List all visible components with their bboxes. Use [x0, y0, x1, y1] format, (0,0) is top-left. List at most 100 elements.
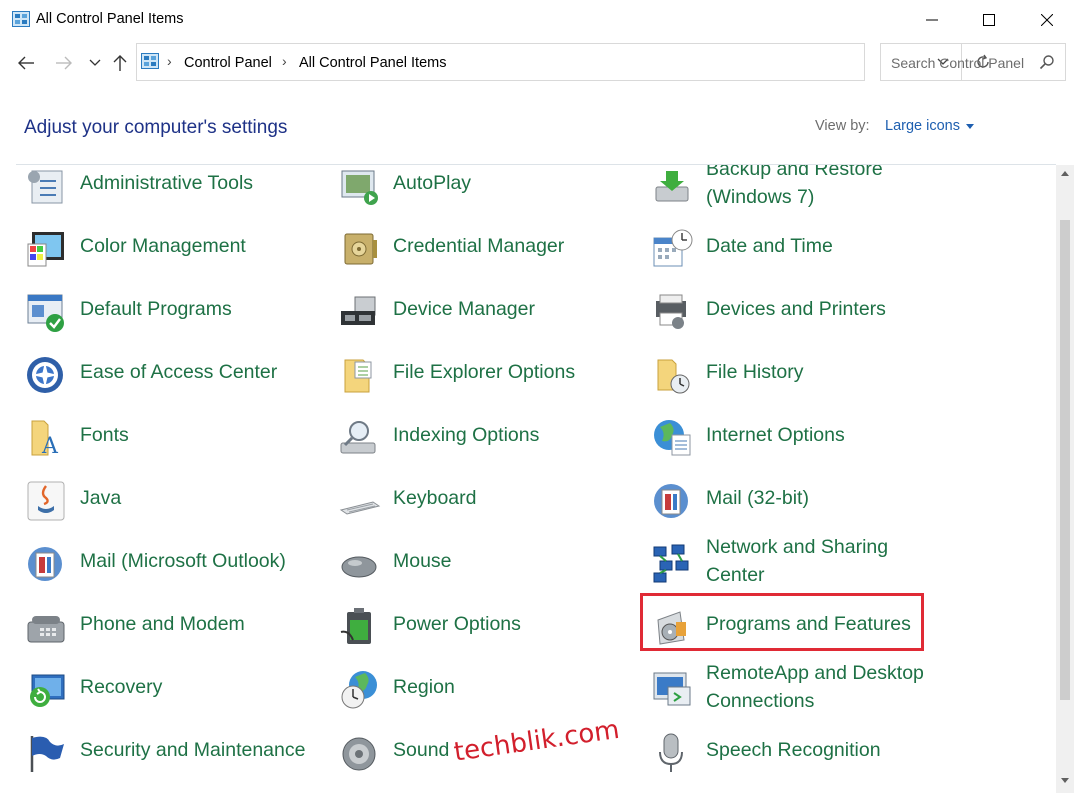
address-bar[interactable]: › Control Panel › All Control Panel Item… — [136, 43, 989, 81]
item-label: Date and Time — [706, 235, 833, 257]
item-keyboard[interactable]: Keyboard — [339, 470, 639, 526]
mouse-icon — [341, 556, 377, 578]
up-button[interactable] — [109, 52, 131, 74]
recent-locations-button[interactable] — [84, 52, 106, 74]
item-fonts[interactable]: A Fonts — [26, 407, 326, 463]
item-device-manager[interactable]: Device Manager — [339, 281, 639, 337]
item-mail-outlook[interactable]: Mail (Microsoft Outlook) — [26, 533, 326, 589]
remoteapp-icon — [653, 672, 691, 706]
item-recovery[interactable]: Recovery — [26, 659, 326, 715]
item-autoplay[interactable]: AutoPlay — [339, 165, 639, 211]
window-title: All Control Panel Items — [36, 11, 184, 27]
item-label: Ease of Access Center — [80, 361, 278, 383]
close-icon — [1041, 14, 1053, 26]
item-label: Fonts — [80, 424, 129, 446]
item-phone-modem[interactable]: Phone and Modem — [26, 596, 326, 652]
item-label: RemoteApp and Desktop Connections — [706, 662, 924, 712]
default-programs-icon — [27, 294, 64, 332]
search-placeholder: Search Control Panel — [891, 55, 1025, 71]
internet-options-icon — [654, 420, 691, 456]
close-button[interactable] — [1018, 0, 1074, 40]
view-by-label: View by: — [815, 118, 870, 134]
view-by-dropdown[interactable]: Large icons — [885, 118, 974, 134]
item-indexing-options[interactable]: Indexing Options — [339, 407, 639, 463]
item-file-explorer-options[interactable]: File Explorer Options — [339, 344, 639, 400]
item-color-management[interactable]: Color Management — [26, 218, 326, 274]
date-time-icon — [653, 229, 693, 267]
back-button[interactable] — [15, 52, 37, 74]
item-internet-options[interactable]: Internet Options — [652, 407, 952, 463]
item-file-history[interactable]: File History — [652, 344, 952, 400]
scrollbar-thumb[interactable] — [1060, 220, 1070, 700]
item-label: Backup and Restore (Windows 7) — [706, 165, 883, 208]
item-remoteapp[interactable]: RemoteApp and Desktop Connections — [652, 659, 952, 715]
credential-manager-icon — [344, 233, 377, 265]
item-label: Java — [80, 487, 122, 509]
network-sharing-icon — [653, 544, 689, 583]
item-network-sharing[interactable]: Network and Sharing Center — [652, 533, 952, 589]
item-label: Keyboard — [393, 487, 477, 509]
control-panel-icon — [12, 11, 30, 27]
item-java[interactable]: Java — [26, 470, 326, 526]
arrow-right-icon — [56, 56, 72, 70]
autoplay-icon — [341, 170, 378, 205]
item-label: Color Management — [80, 235, 246, 257]
minimize-button[interactable] — [903, 0, 961, 40]
item-power-options[interactable]: Power Options — [339, 596, 639, 652]
item-speech-recognition[interactable]: Speech Recognition — [652, 722, 952, 778]
breadcrumb-separator-icon[interactable]: › — [282, 53, 287, 69]
item-label: Default Programs — [80, 298, 232, 320]
item-ease-of-access[interactable]: Ease of Access Center — [26, 344, 326, 400]
item-default-programs[interactable]: Default Programs — [26, 281, 326, 337]
item-date-time[interactable]: Date and Time — [652, 218, 952, 274]
maximize-button[interactable] — [960, 0, 1018, 40]
search-input[interactable]: Search Control Panel — [880, 43, 1066, 81]
caret-down-icon — [965, 123, 974, 129]
breadcrumb-control-panel[interactable]: Control Panel — [184, 55, 272, 71]
mail-icon — [654, 484, 688, 518]
java-icon — [27, 481, 65, 521]
scroll-down-icon[interactable] — [1061, 778, 1069, 783]
item-label: Mouse — [393, 550, 452, 572]
item-backup-restore[interactable]: Backup and Restore (Windows 7) — [652, 165, 952, 211]
item-mouse[interactable]: Mouse — [339, 533, 639, 589]
item-label: File Explorer Options — [393, 361, 576, 383]
view-by-value: Large icons — [885, 118, 960, 134]
arrow-left-icon — [18, 56, 34, 70]
forward-button[interactable] — [53, 52, 75, 74]
power-options-icon — [340, 608, 371, 644]
scroll-up-icon[interactable] — [1061, 171, 1069, 176]
item-label: Credential Manager — [393, 235, 565, 257]
item-label: Devices and Printers — [706, 298, 886, 320]
item-credential-manager[interactable]: Credential Manager — [339, 218, 639, 274]
item-label: AutoPlay — [393, 172, 472, 194]
item-devices-printers[interactable]: Devices and Printers — [652, 281, 952, 337]
item-administrative-tools[interactable]: Administrative Tools — [26, 165, 326, 211]
item-label: Phone and Modem — [80, 613, 245, 635]
minimize-icon — [926, 19, 938, 21]
item-label: Mail (Microsoft Outlook) — [80, 550, 286, 572]
backup-restore-icon — [655, 171, 689, 202]
vertical-scrollbar[interactable] — [1056, 165, 1074, 793]
admin-tools-icon — [28, 170, 63, 204]
item-label: Indexing Options — [393, 424, 540, 446]
security-maintenance-icon — [30, 736, 64, 772]
item-label: Network and Sharing Center — [706, 536, 889, 586]
item-mail-32bit[interactable]: Mail (32-bit) — [652, 470, 952, 526]
ease-of-access-icon — [27, 357, 63, 393]
sound-icon — [342, 737, 376, 771]
maximize-icon — [983, 14, 995, 26]
item-security-maintenance[interactable]: Security and Maintenance — [26, 722, 326, 778]
item-label: Device Manager — [393, 298, 535, 320]
breadcrumb-separator-icon[interactable]: › — [167, 53, 172, 69]
item-region[interactable]: Region — [339, 659, 639, 715]
phone-modem-icon — [27, 616, 65, 643]
breadcrumb-all-items[interactable]: All Control Panel Items — [299, 55, 446, 71]
region-icon — [341, 671, 377, 709]
item-label: Region — [393, 676, 455, 698]
chevron-down-icon — [89, 59, 101, 66]
item-label: Mail (32-bit) — [706, 487, 809, 509]
mail-outlook-icon — [28, 547, 62, 581]
page-title: Adjust your computer's settings — [24, 117, 288, 138]
item-label: Recovery — [80, 676, 163, 698]
